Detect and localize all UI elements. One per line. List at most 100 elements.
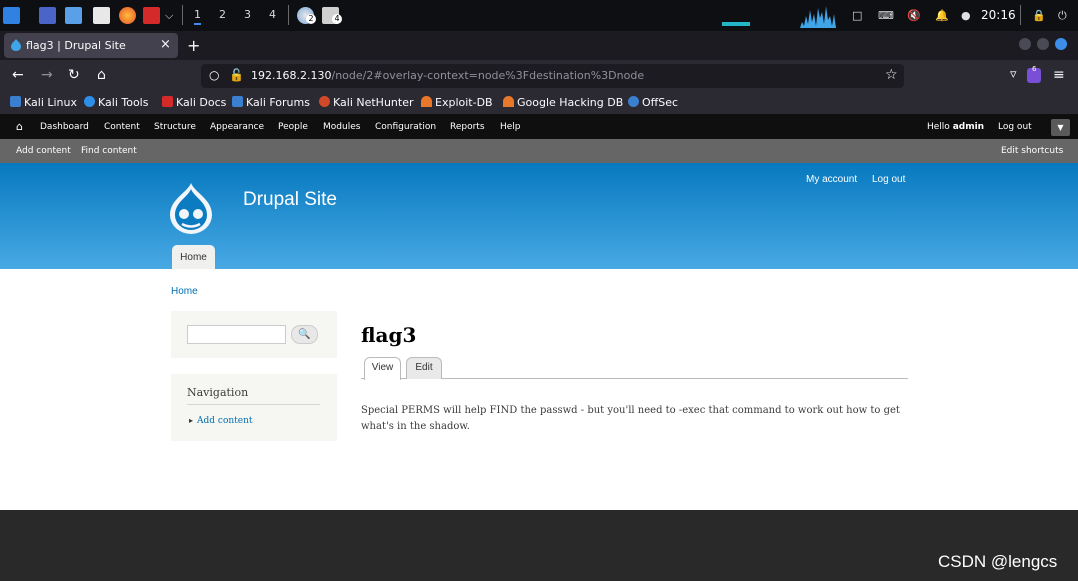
divider [187,404,320,405]
shortcut-add-content[interactable]: Add content [16,146,71,156]
divider [288,5,289,25]
bookmark-kali-docs[interactable]: Kali Docs [162,96,226,109]
bookmark-kali-tools[interactable]: Kali Tools [84,96,148,109]
menu-people[interactable]: People [278,122,308,132]
menu-configuration[interactable]: Configuration [375,122,436,132]
pocket-icon[interactable]: ▿ [1010,67,1017,82]
bookmark-star-icon[interactable]: ☆ [885,67,898,83]
node-body: Special PERMS will help FIND the passwd … [361,405,900,432]
toolbar-logout-link[interactable]: Log out [998,122,1032,132]
back-icon[interactable]: ← [12,67,24,83]
search-block: 🔍 [171,311,337,358]
bookmark-kali-linux[interactable]: Kali Linux [10,96,77,109]
my-account-link[interactable]: My account [806,174,857,185]
kali-icon [10,96,21,107]
breadcrumb[interactable]: Home [171,286,198,297]
search-input[interactable] [187,325,286,344]
new-tab-button[interactable]: + [187,36,200,55]
kali-menu-icon[interactable] [3,7,20,24]
kali-tools-icon [84,96,95,107]
search-button[interactable]: 🔍 [291,325,318,344]
menu-appearance[interactable]: Appearance [210,122,264,132]
navigation-title: Navigation [187,386,249,399]
bookmark-kali-forums[interactable]: Kali Forums [232,96,310,109]
bookmarks-bar: Kali Linux Kali Tools Kali Docs Kali For… [0,92,1078,114]
file-manager-icon[interactable] [65,7,82,24]
menu-reports[interactable]: Reports [450,122,485,132]
url-bar[interactable]: ○ 🔓 192.168.2.130/node/2#overlay-context… [201,64,904,88]
tab-edit[interactable]: Edit [406,357,442,379]
menu-structure[interactable]: Structure [154,122,196,132]
bell-icon[interactable]: 🔔 [935,9,949,22]
shortcuts-toggle-button[interactable]: ▼ [1051,119,1070,136]
ghdb-icon [503,96,514,107]
shield-icon[interactable]: ○ [209,68,219,82]
tab-flag3[interactable]: flag3 | Drupal Site × [4,33,178,58]
menu-dashboard[interactable]: Dashboard [40,122,89,132]
maximize-button[interactable] [1037,38,1049,50]
bookmark-offsec[interactable]: OffSec [628,96,678,109]
nethunter-icon [319,96,330,107]
clock-icon: ● [961,9,971,22]
kali-docs-icon [162,96,173,107]
divider [182,5,183,25]
browser-tab-bar: flag3 | Drupal Site × + [0,31,1078,60]
site-name[interactable]: Drupal Site [243,189,337,211]
power-icon[interactable]: ⏻ [1058,9,1067,23]
terminal-icon[interactable] [143,7,160,24]
firefox-icon[interactable] [119,7,136,24]
browser-nav-bar: ← → ↻ ⌂ ○ 🔓 192.168.2.130/node/2#overlay… [0,60,1078,92]
offsec-icon [628,96,639,107]
search-icon: 🔍 [298,329,311,340]
insecure-lock-icon[interactable]: 🔓 [229,68,244,82]
node-tabs: View Edit [361,356,908,380]
chevron-down-icon[interactable]: ⌵ [165,9,173,23]
header-logout-link[interactable]: Log out [872,174,905,185]
text-editor-icon[interactable] [93,7,110,24]
nav-add-content-link[interactable]: Add content [189,416,253,426]
page-title: flag3 [361,323,417,347]
window-count-badge: 4 [332,14,342,24]
forward-icon[interactable]: → [41,67,53,83]
workspace-4[interactable]: 4 [269,8,276,21]
lock-icon[interactable]: 🔒 [1032,9,1046,22]
edit-shortcuts-link[interactable]: Edit shortcuts [1001,146,1063,156]
network-graph [800,6,836,28]
home-icon[interactable]: ⌂ [16,120,23,133]
bookmark-exploit-db[interactable]: Exploit-DB [421,96,493,109]
window-icon[interactable]: □ [852,9,862,22]
clock[interactable]: 20:16 [981,8,1016,22]
keyboard-icon[interactable]: ⌨ [878,9,894,22]
bookmark-google-hacking-db[interactable]: Google Hacking DB [503,96,623,109]
bookmark-kali-nethunter[interactable]: Kali NetHunter [319,96,414,109]
drupal-logo-icon[interactable] [168,181,214,235]
kali-forums-icon [232,96,243,107]
os-taskbar: ⌵ 1 2 3 4 2 4 □ ⌨ 🔇 🔔 ● 20:16 🔒 ⏻ [0,0,1078,31]
navigation-block: Navigation Add content [171,374,337,441]
workspace-2[interactable]: 2 [219,8,226,21]
menu-modules[interactable]: Modules [323,122,360,132]
tab-title: flag3 | Drupal Site [26,39,126,52]
watermark: CSDN @lengcs [938,552,1058,571]
minimize-button[interactable] [1019,38,1031,50]
hello-user[interactable]: Hello admin [927,122,984,132]
extension-badge: 6 [1032,65,1037,73]
menu-help[interactable]: Help [500,122,521,132]
tab-close-icon[interactable]: × [160,37,171,52]
site-header: Drupal Site My account Log out Home [0,163,1078,269]
window-count-badge: 2 [306,14,316,24]
home-icon[interactable]: ⌂ [97,67,106,83]
workspace-3[interactable]: 3 [244,8,251,21]
main-menu-home-tab[interactable]: Home [172,245,215,269]
hamburger-menu-icon[interactable]: ≡ [1053,67,1065,83]
url-text[interactable]: 192.168.2.130/node/2#overlay-context=nod… [251,69,644,82]
close-window-button[interactable] [1055,38,1067,50]
reload-icon[interactable]: ↻ [68,67,80,83]
mute-icon[interactable]: 🔇 [907,9,921,22]
drupal-admin-toolbar: ⌂ Dashboard Content Structure Appearance… [0,114,1078,139]
workspace-1[interactable]: 1 [194,8,201,25]
shortcut-find-content[interactable]: Find content [81,146,137,156]
show-desktop-icon[interactable] [39,7,56,24]
tab-view[interactable]: View [364,357,401,380]
menu-content[interactable]: Content [104,122,140,132]
